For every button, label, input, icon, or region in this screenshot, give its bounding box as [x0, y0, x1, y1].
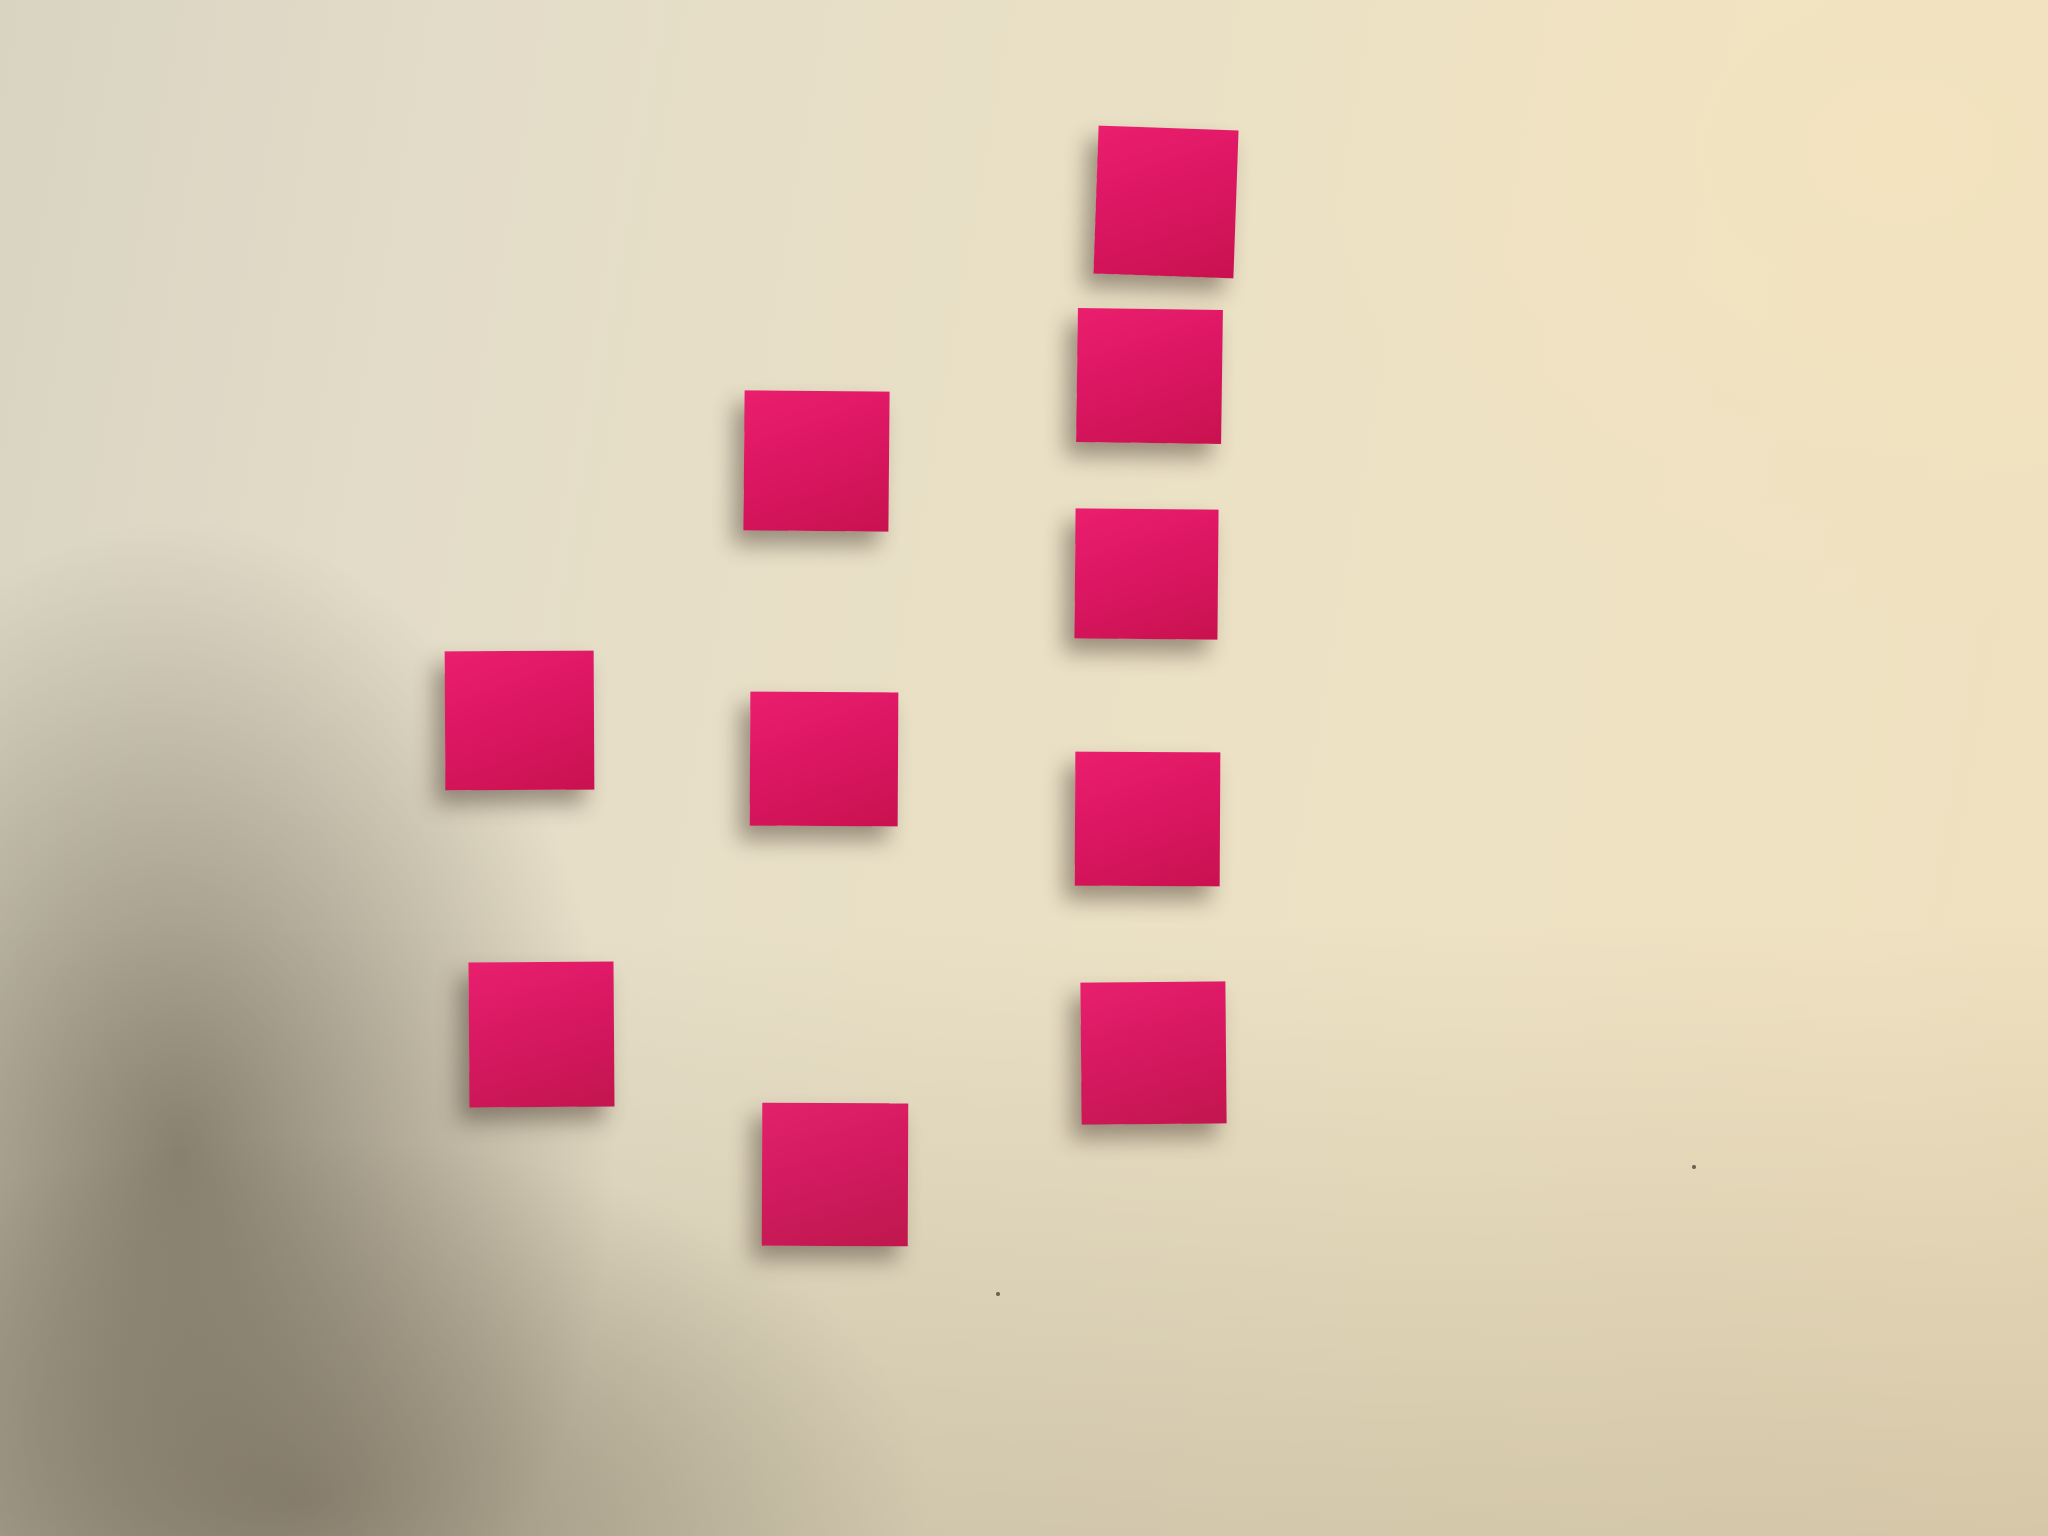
sticky-note [444, 650, 595, 791]
sticky-note [749, 691, 899, 827]
wall-background [0, 0, 2048, 1536]
sticky-note [1093, 125, 1239, 279]
wall-mark [996, 1292, 1000, 1296]
lighting-overlay [0, 0, 2048, 1536]
sticky-note [1076, 307, 1223, 445]
sticky-note [1074, 751, 1221, 887]
sticky-note [1074, 508, 1219, 640]
sticky-note [468, 961, 615, 1108]
wall-mark [1692, 1165, 1696, 1169]
sticky-note [1080, 981, 1227, 1125]
sticky-note [743, 390, 890, 532]
sticky-note [761, 1102, 909, 1247]
